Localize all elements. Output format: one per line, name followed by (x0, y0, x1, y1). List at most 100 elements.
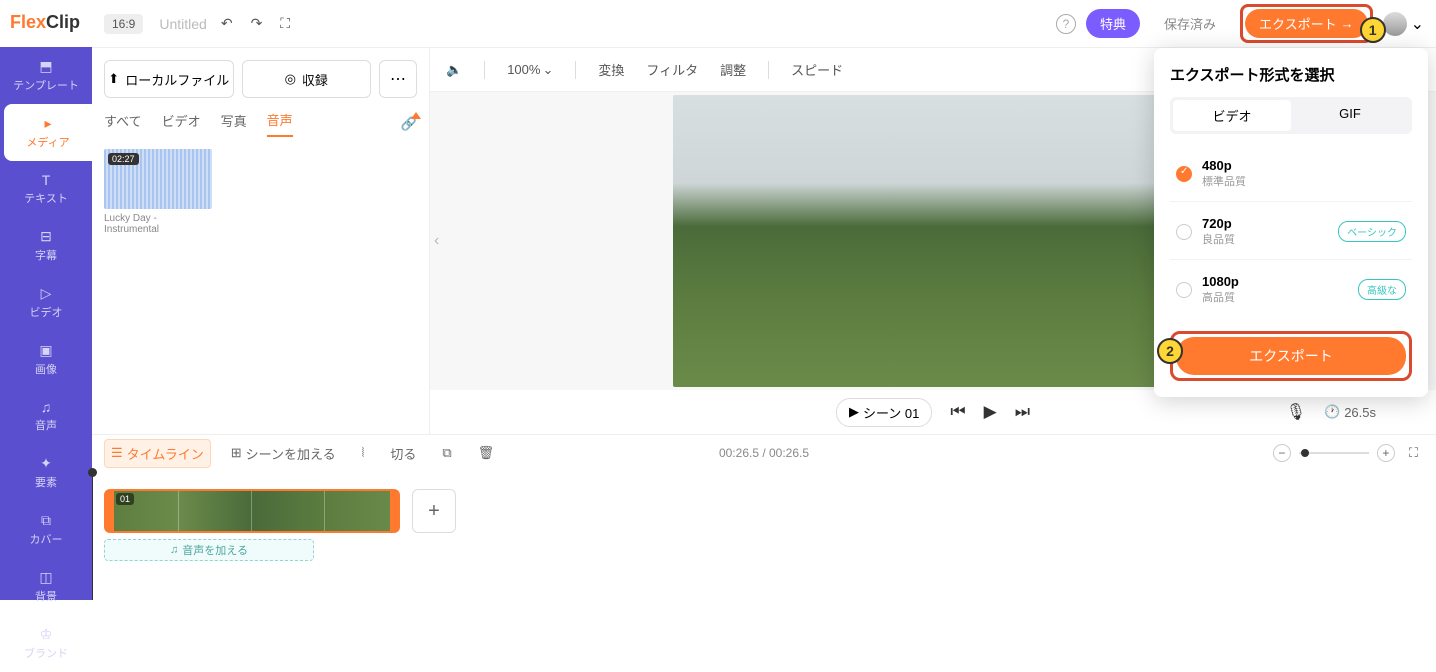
next-icon[interactable]: ⏭ (1015, 402, 1030, 422)
copy-button[interactable]: ⧉ (436, 441, 457, 465)
export-button-highlight: エクスポート→ 1 (1240, 4, 1373, 43)
zoom-in-button[interactable]: + (1377, 444, 1395, 462)
duration-display: 🕐26.5s (1324, 404, 1376, 420)
format-tab-gif[interactable]: GIF (1291, 100, 1409, 131)
arrow-right-icon: → (1341, 16, 1354, 31)
more-icon: ⋯ (390, 69, 406, 89)
clip-label: 01 (116, 493, 134, 505)
add-clip-button[interactable]: + (412, 489, 456, 533)
clip-handle-left[interactable] (106, 491, 114, 531)
tab-photo[interactable]: 写真 (221, 111, 247, 136)
cut-button[interactable]: 切る (384, 440, 422, 467)
export-button[interactable]: エクスポート→ (1245, 9, 1368, 38)
prev-icon[interactable]: ⏮ (950, 402, 965, 422)
cover-icon: ⧉ (41, 512, 51, 529)
split-button[interactable]: ⦚ (356, 441, 371, 465)
audio-icon: ♫ (41, 399, 52, 415)
undo-icon[interactable]: ↶ (217, 11, 237, 36)
export-action-highlight: エクスポート 2 (1170, 331, 1412, 381)
audio-clip-name: Lucky Day - Instrumental (104, 213, 212, 235)
speed-menu[interactable]: スピード (791, 60, 843, 79)
filter-menu[interactable]: フィルタ (646, 60, 698, 79)
timeline-mode-button[interactable]: ☰タイムライン (104, 439, 211, 468)
tab-audio[interactable]: 音声 (267, 110, 293, 137)
format-tab-video[interactable]: ビデオ (1173, 100, 1291, 131)
nav-audio[interactable]: ♫音声 (0, 388, 92, 444)
quality-1080p[interactable]: 1080p高品質 高級な (1170, 262, 1412, 317)
user-menu[interactable]: ⌄ (1383, 12, 1424, 36)
delete-button[interactable]: 🗑 (472, 441, 501, 465)
record-button[interactable]: ◎収録 (242, 60, 372, 98)
timeline-time: 00:26.5 / 00:26.5 (719, 446, 809, 460)
tab-all[interactable]: すべて (104, 111, 142, 136)
nav-cover[interactable]: ⧉カバー (0, 501, 92, 558)
saved-status: 保存済み (1150, 9, 1230, 38)
nav-templates[interactable]: ⬒テンプレート (0, 47, 92, 104)
aspect-ratio-badge[interactable]: 16:9 (104, 14, 143, 34)
avatar-icon (1383, 12, 1407, 36)
help-icon[interactable]: ? (1056, 14, 1076, 34)
nav-elements[interactable]: ✦要素 (0, 444, 92, 501)
clip-handle-right[interactable] (390, 491, 398, 531)
audio-clip-item[interactable]: 02:27 Lucky Day - Instrumental (104, 149, 212, 235)
timeline: ☰タイムライン ⊞シーンを加える ⦚ 切る ⧉ 🗑 00:26.5 / 00:2… (92, 434, 1436, 600)
plus-square-icon: ⊞ (231, 445, 242, 461)
timeline-tracks[interactable]: 01 + ♫音声を加える (92, 471, 1436, 600)
chevron-down-icon: ⌄ (1411, 14, 1424, 34)
export-popup-title: エクスポート形式を選択 (1170, 64, 1412, 85)
nav-background[interactable]: ◫背景 (0, 558, 92, 615)
nav-brand[interactable]: ♔ブランド (0, 615, 92, 672)
more-button[interactable]: ⋯ (379, 60, 417, 98)
volume-icon[interactable]: 🔈 (446, 62, 462, 78)
zoom-slider[interactable] (1299, 452, 1369, 454)
left-sidebar: FlexClip ⬒テンプレート ▸メディア Tテキスト ⊟字幕 ▷ビデオ ▣画… (0, 0, 92, 600)
quality-480p[interactable]: 480p標準品質 (1170, 146, 1412, 202)
export-action-button[interactable]: エクスポート (1176, 337, 1406, 375)
unlink-icon[interactable]: 🔗 (401, 116, 417, 132)
zoom-out-button[interactable]: − (1273, 444, 1291, 462)
playhead[interactable] (92, 471, 93, 600)
fit-button[interactable]: ⛶ (1403, 441, 1424, 465)
add-scene-button[interactable]: ⊞シーンを加える (225, 440, 342, 467)
export-popup: エクスポート形式を選択 ビデオ GIF 480p標準品質 720p良品質 (1154, 48, 1428, 397)
mic-icon[interactable]: 🎙 (1286, 402, 1306, 422)
elements-icon: ✦ (40, 455, 52, 472)
tab-video[interactable]: ビデオ (162, 111, 201, 136)
collapse-panel-icon[interactable]: ‹ (434, 232, 439, 250)
document-title[interactable]: Untitled (159, 16, 206, 32)
fullscreen-icon[interactable]: ⛶ (276, 11, 294, 36)
nav-video[interactable]: ▷ビデオ (0, 274, 92, 331)
music-icon: ♫ (170, 544, 178, 556)
text-icon: T (42, 172, 51, 188)
play-icon: ▶ (849, 404, 859, 420)
brand-icon: ♔ (40, 626, 53, 643)
video-clip[interactable]: 01 (104, 489, 400, 533)
quality-720p[interactable]: 720p良品質 ベーシック (1170, 204, 1412, 260)
transform-menu[interactable]: 変換 (598, 60, 624, 79)
local-file-button[interactable]: ⬆ローカルファイル (104, 60, 234, 98)
zoom-dropdown[interactable]: 100%⌄ (507, 62, 553, 78)
waveform: 02:27 (104, 149, 212, 209)
annotation-1: 1 (1360, 17, 1386, 43)
video-preview[interactable] (673, 95, 1193, 387)
add-audio-track[interactable]: ♫音声を加える (104, 539, 314, 561)
subtitles-icon: ⊟ (40, 228, 52, 245)
scene-selector[interactable]: ▶シーン 01 (836, 398, 932, 427)
record-icon: ◎ (285, 71, 296, 87)
nav-text[interactable]: Tテキスト (0, 161, 92, 217)
radio-icon (1176, 224, 1192, 240)
media-icon: ▸ (44, 115, 51, 132)
logo: FlexClip (0, 0, 92, 47)
nav-image[interactable]: ▣画像 (0, 331, 92, 388)
redo-icon[interactable]: ↷ (247, 11, 267, 36)
timeline-toolbar: ☰タイムライン ⊞シーンを加える ⦚ 切る ⧉ 🗑 00:26.5 / 00:2… (92, 435, 1436, 471)
play-icon[interactable]: ▶ (984, 402, 997, 422)
annotation-2: 2 (1157, 338, 1183, 364)
promo-button[interactable]: 特典 (1086, 9, 1140, 38)
adjust-menu[interactable]: 調整 (720, 60, 746, 79)
media-panel: ⬆ローカルファイル ◎収録 ⋯ すべて ビデオ 写真 音声 🔗 02:27 Lu… (92, 48, 430, 434)
nav-subtitles[interactable]: ⊟字幕 (0, 217, 92, 274)
upload-icon: ⬆ (108, 71, 119, 87)
video-icon: ▷ (41, 285, 52, 302)
nav-media[interactable]: ▸メディア (4, 104, 92, 161)
